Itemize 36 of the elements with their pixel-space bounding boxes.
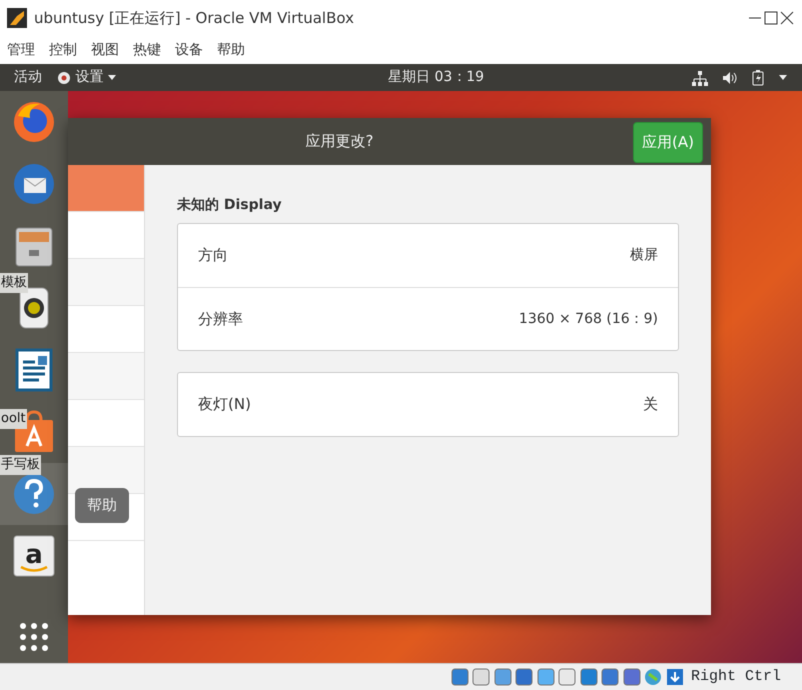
dialog-title: 应用更改? <box>306 131 374 152</box>
help-icon[interactable] <box>12 472 56 516</box>
clock[interactable]: 星期日 03：19 <box>388 67 484 88</box>
sidebar-item[interactable] <box>68 447 144 494</box>
letter-a-icon[interactable]: a <box>12 534 56 578</box>
menu-item[interactable]: 控制 <box>49 40 77 60</box>
maximize-icon[interactable] <box>763 10 779 26</box>
section-heading: 未知的 Display <box>177 196 283 215</box>
grid-icon <box>19 622 49 652</box>
browser-icon[interactable] <box>12 100 56 144</box>
background-label: 模板 <box>0 273 28 292</box>
setting-value[interactable]: 横屏 <box>630 245 658 266</box>
mail-icon[interactable] <box>12 162 56 206</box>
caret-icon <box>107 74 117 82</box>
background-label: oolt <box>0 409 27 428</box>
window-title: ubuntusy [正在运行] - Oracle VM VirtualBox <box>34 8 354 29</box>
menu-item[interactable]: 帮助 <box>217 40 245 60</box>
setting-label: 夜灯(N) <box>198 394 251 416</box>
background-label: 手写板 <box>0 455 41 474</box>
menu-item[interactable]: 热键 <box>133 40 161 60</box>
close-icon[interactable] <box>779 10 795 26</box>
setting-value[interactable]: 关 <box>643 393 658 416</box>
host-key-label: Right Ctrl <box>690 666 781 687</box>
setting-value[interactable]: 1360 × 768 (16：9) <box>518 308 658 330</box>
menu-item[interactable]: 视图 <box>91 40 119 60</box>
battery-icon[interactable] <box>752 70 764 86</box>
volume-icon[interactable] <box>722 70 738 86</box>
menu-item[interactable]: 管理 <box>7 40 35 60</box>
app-logo-icon <box>7 8 27 28</box>
app-menu[interactable]: 设置 <box>56 67 117 88</box>
setting-label: 方向 <box>198 245 228 266</box>
setting-label: 分辨率 <box>198 308 243 330</box>
menu-item[interactable]: 设备 <box>175 40 203 60</box>
caret-icon[interactable] <box>778 74 788 82</box>
activities-button[interactable]: 活动 <box>14 67 42 88</box>
tooltip: 帮助 <box>75 488 129 522</box>
